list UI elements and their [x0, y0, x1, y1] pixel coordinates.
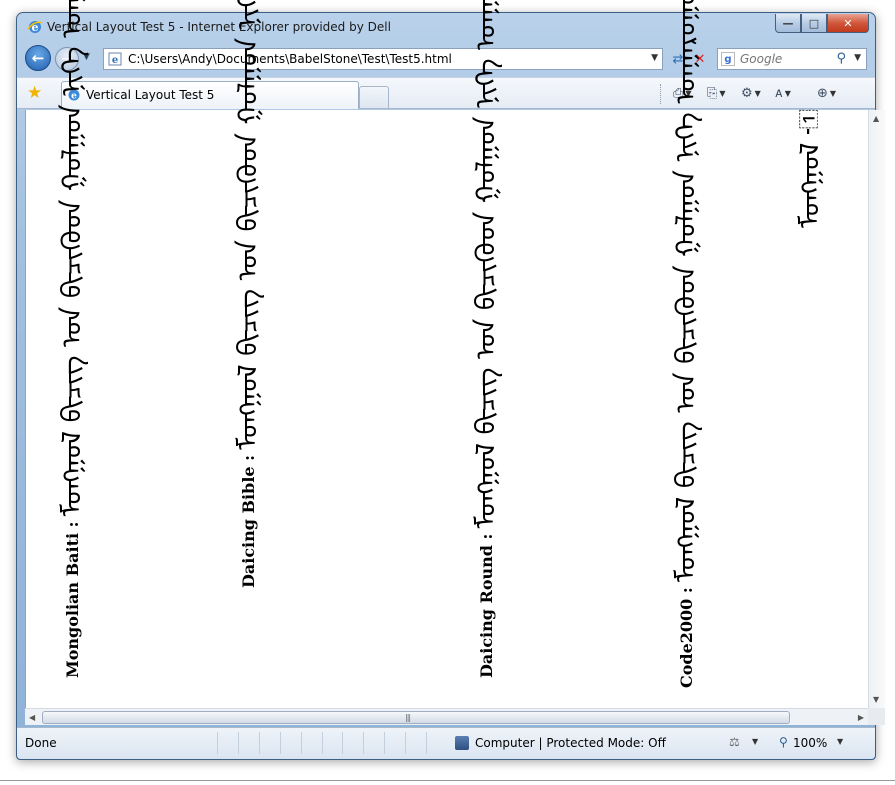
horizontal-scrollbar[interactable]: ◀ ||| ▶ [25, 708, 868, 725]
close-button[interactable]: ✕ [827, 14, 869, 33]
popup-blocker-icon[interactable]: ⚖ [729, 735, 740, 749]
page-dropdown-icon[interactable]: ▼ [719, 89, 725, 98]
mongolian-column-code2000: Code2000 : ᠮᠣᠩᠭᠤᠯ ᠪᠢᠴᠢᠭ ᠤᠨ ᠪᠢᠴᠢᠭᠦᠳ ᠭᠣᠯᠭᠣ… [670, 0, 710, 688]
scroll-up-icon[interactable]: ▲ [873, 114, 879, 123]
status-bar: Done Computer | Protected Mode: Off ⚖ ▼ … [17, 727, 875, 759]
mongolian-text: ᠮᠣᠩᠭᠤᠯ ᠊᠋ [795, 108, 826, 228]
navigation-bar: ← → ▼ e C:\Users\Andy\Documents\BabelSto… [17, 43, 875, 75]
scroll-right-icon[interactable]: ▶ [858, 713, 864, 722]
tools-dropdown-icon[interactable]: ▼ [755, 89, 761, 98]
page-content [25, 110, 868, 708]
search-input[interactable] [740, 51, 826, 67]
magnifier-plus-icon: ⊕ [817, 86, 828, 101]
title-bar[interactable]: e Vertical Layout Test 5 - Internet Expl… [17, 13, 875, 41]
security-zone-text[interactable]: Computer | Protected Mode: Off [475, 736, 666, 750]
toolbar-separator [660, 84, 661, 104]
scroll-left-icon[interactable]: ◀ [29, 713, 35, 722]
favorites-star-icon[interactable]: ★ [27, 85, 42, 102]
google-logo-icon: g [721, 52, 735, 66]
internet-explorer-icon: e [27, 21, 43, 34]
font-label-code2000: Code2000 : [677, 587, 696, 688]
mongolian-text: ᠮᠣᠩᠭᠤᠯ ᠪᠢᠴᠢᠭ ᠤᠨ ᠪᠢᠴᠢᠭᠦᠳ ᠭᠣᠯᠭᠣᠨ ᠨᠢᠭᠡ ᠤᠨᠭᠠ… [57, 0, 88, 517]
computer-zone-icon [455, 736, 469, 750]
page-menu-icon: ⎘ [707, 86, 718, 101]
translate-button[interactable]: ᴀ ▼ [775, 86, 791, 101]
research-dropdown-icon[interactable]: ▼ [830, 89, 836, 98]
vertical-scrollbar[interactable]: ▲ ▼ [868, 110, 885, 708]
tab-label: Vertical Layout Test 5 [86, 88, 215, 102]
minimize-button[interactable]: — [775, 14, 801, 33]
search-icon[interactable]: ⚲ [836, 51, 846, 66]
zoom-level[interactable]: 100% [793, 736, 827, 750]
popup-dropdown-icon[interactable]: ▼ [752, 737, 758, 746]
address-bar[interactable]: e C:\Users\Andy\Documents\BabelStone\Tes… [103, 48, 663, 70]
status-cells [217, 732, 447, 754]
address-url[interactable]: C:\Users\Andy\Documents\BabelStone\Test\… [128, 52, 452, 66]
grip-icon: ||| [405, 713, 411, 722]
back-button[interactable]: ← [25, 45, 51, 71]
caption-buttons: — □ ✕ [775, 14, 869, 33]
mongolian-column-1: ᠮᠣᠩᠭᠤᠯ ᠊᠋ [795, 109, 834, 228]
translate-dropdown-icon[interactable]: ▼ [785, 89, 791, 98]
translate-icon: ᴀ [775, 86, 783, 101]
mongolian-text: ᠮᠣᠩᠭᠤᠯ ᠪᠢᠴᠢᠭ ᠤᠨ ᠪᠢᠴᠢᠭᠦᠳ ᠭᠣᠯᠭᠣᠨ ᠨᠢᠭᠡ ᠤᠨᠭᠠ… [471, 0, 502, 529]
font-label-daicing-round: Daicing Round : [477, 533, 496, 678]
address-dropdown-icon[interactable]: ▼ [651, 53, 658, 63]
page-icon: e [108, 52, 122, 66]
tools-button[interactable]: ⚙ ▼ [741, 86, 761, 101]
font-label-mongolian-baiti: Mongolian Baiti : [63, 521, 82, 678]
scroll-down-icon[interactable]: ▼ [873, 695, 879, 704]
gear-icon: ⚙ [741, 86, 753, 101]
mongolian-column-daicing-round: Daicing Round : ᠮᠣᠩᠭᠤᠯ ᠪᠢᠴᠢᠭ ᠤᠨ ᠪᠢᠴᠢᠭᠦᠳ … [470, 0, 510, 678]
browser-window: e Vertical Layout Test 5 - Internet Expl… [16, 12, 885, 760]
mongolian-column-daicing-bible: Daicing Bible : ᠮᠣᠩᠭᠤᠯ ᠪᠢᠴᠢᠭ ᠤᠨ ᠪᠢᠴᠢᠭᠦᠳ … [232, 0, 272, 588]
page-button[interactable]: ⎘ ▼ [707, 86, 726, 101]
search-options-dropdown-icon[interactable]: ▼ [854, 53, 861, 63]
tab-vertical-layout-test-5[interactable]: e Vertical Layout Test 5 [61, 81, 359, 109]
zoom-icon[interactable]: ⚲ [779, 735, 788, 749]
mongolian-text: ᠮᠣᠩᠭᠤᠯ ᠪᠢᠴᠢᠭ ᠤᠨ ᠪᠢᠴᠢᠭᠦᠳ ᠭᠣᠯᠭᠣᠨ ᠨᠢᠭᠡ ᠤᠨᠭᠠ… [233, 0, 264, 450]
research-button[interactable]: ⊕ ▼ [817, 86, 836, 101]
mongolian-text: ᠮᠣᠩᠭᠤᠯ ᠪᠢᠴᠢᠭ ᠤᠨ ᠪᠢᠴᠢᠭᠦᠳ ᠭᠣᠯᠭᠣᠨ ᠨᠢᠭᠡ ᠤᠨᠭᠠ… [671, 0, 702, 583]
font-label-daicing-bible: Daicing Bible : [239, 454, 258, 588]
maximize-button[interactable]: □ [801, 14, 827, 33]
search-box[interactable]: g ⚲ ▼ [717, 48, 867, 70]
window-title: Vertical Layout Test 5 - Internet Explor… [47, 20, 391, 34]
new-tab-button[interactable] [359, 86, 389, 108]
mongolian-column-mongolian-baiti: Mongolian Baiti : ᠮᠣᠩᠭᠤᠯ ᠪᠢᠴᠢᠭ ᠤᠨ ᠪᠢᠴᠢᠭᠦ… [56, 0, 96, 678]
horizontal-scroll-thumb[interactable]: ||| [42, 711, 790, 724]
desktop-edge-line [0, 780, 895, 781]
status-text: Done [25, 736, 57, 750]
tab-bar: ★ e Vertical Layout Test 5 ⎙ ▼ ⎘ ▼ ⚙ ▼ ᴀ ▼ ⊕… [17, 77, 875, 109]
scrollbar-corner [868, 708, 885, 725]
svg-text:e: e [112, 55, 118, 66]
zoom-dropdown-icon[interactable]: ▼ [837, 737, 843, 746]
